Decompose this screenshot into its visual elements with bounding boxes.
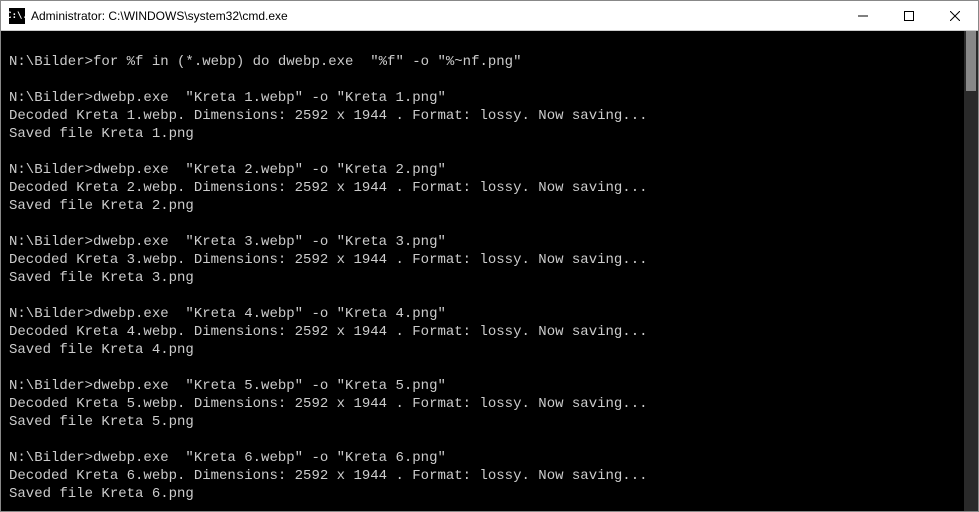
- minimize-icon: [858, 11, 868, 21]
- maximize-icon: [904, 11, 914, 21]
- scrollbar[interactable]: [964, 31, 978, 511]
- close-icon: [950, 11, 960, 21]
- minimize-button[interactable]: [840, 1, 886, 30]
- maximize-button[interactable]: [886, 1, 932, 30]
- titlebar: C:\. Administrator: C:\WINDOWS\system32\…: [1, 1, 978, 31]
- close-button[interactable]: [932, 1, 978, 30]
- terminal[interactable]: N:\Bilder>for %f in (*.webp) do dwebp.ex…: [1, 31, 978, 511]
- window-controls: [840, 1, 978, 30]
- scrollbar-thumb[interactable]: [966, 31, 976, 91]
- cmd-icon: C:\.: [9, 8, 25, 24]
- terminal-output: N:\Bilder>for %f in (*.webp) do dwebp.ex…: [1, 31, 964, 511]
- window-title: Administrator: C:\WINDOWS\system32\cmd.e…: [31, 9, 840, 23]
